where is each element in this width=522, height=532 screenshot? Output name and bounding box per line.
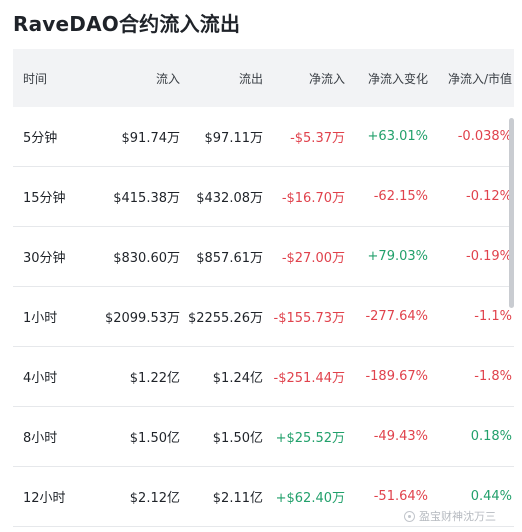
net-ratio-cell: 0.44% — [470, 489, 512, 504]
net-ratio-cell: -0.19% — [466, 249, 512, 264]
net-ratio-cell: -0.12% — [466, 189, 512, 204]
period-cell: 1小时 — [23, 311, 58, 326]
net-change-cell: -189.67% — [365, 369, 428, 384]
net-inflow-cell: -$5.37万 — [290, 131, 345, 146]
watermark-logo-icon — [404, 510, 415, 522]
period-cell: 8小时 — [23, 431, 58, 446]
header-outflow[interactable]: 流出 — [180, 70, 263, 87]
watermark-text: 盈宝财神沈万三 — [419, 510, 496, 523]
header-net-inflow-change[interactable]: 净流入变化 — [345, 70, 428, 87]
inflow-cell: $91.74万 — [121, 131, 181, 146]
net-inflow-cell: +$62.40万 — [275, 491, 345, 506]
table-header: 时间 流入 流出 净流入 净流入变化 净流入/市值 — [13, 49, 514, 107]
net-change-cell: -49.43% — [373, 429, 428, 444]
header-time[interactable]: 时间 — [13, 70, 95, 87]
inflow-cell: $2.12亿 — [129, 491, 180, 506]
header-net-inflow-market-cap[interactable]: 净流入/市值 — [428, 70, 514, 87]
net-change-cell: -62.15% — [373, 189, 428, 204]
net-change-cell: +79.03% — [367, 249, 428, 264]
net-change-cell: +63.01% — [367, 129, 428, 144]
outflow-cell: $857.61万 — [196, 251, 263, 266]
period-cell: 15分钟 — [23, 191, 66, 206]
net-ratio-cell: -0.038% — [457, 129, 512, 144]
page-title: RaveDAO合约流入流出 — [13, 12, 241, 36]
outflow-cell: $432.08万 — [196, 191, 263, 206]
inflow-cell: $415.38万 — [113, 191, 180, 206]
outflow-cell: $1.50亿 — [212, 431, 263, 446]
table-row[interactable]: 1小时 $2099.53万 $2255.26万 -$155.73万 -277.6… — [13, 287, 514, 347]
outflow-cell: $1.24亿 — [212, 371, 263, 386]
net-inflow-cell: +$25.52万 — [275, 431, 345, 446]
table-row[interactable]: 4小时 $1.22亿 $1.24亿 -$251.44万 -189.67% -1.… — [13, 347, 514, 407]
table-row[interactable]: 30分钟 $830.60万 $857.61万 -$27.00万 +79.03% … — [13, 227, 514, 287]
table-row[interactable]: 8小时 $1.50亿 $1.50亿 +$25.52万 -49.43% 0.18% — [13, 407, 514, 467]
header-inflow[interactable]: 流入 — [95, 70, 180, 87]
table-row[interactable]: 5分钟 $91.74万 $97.11万 -$5.37万 +63.01% -0.0… — [13, 107, 514, 167]
flow-table: 时间 流入 流出 净流入 净流入变化 净流入/市值 5分钟 $91.74万 $9… — [13, 49, 514, 527]
outflow-cell: $2255.26万 — [187, 311, 263, 326]
net-change-cell: -51.64% — [373, 489, 428, 504]
net-ratio-cell: -1.1% — [474, 309, 512, 324]
watermark: 盈宝财神沈万三 — [404, 508, 496, 524]
inflow-cell: $830.60万 — [113, 251, 180, 266]
net-inflow-cell: -$16.70万 — [281, 191, 345, 206]
inflow-cell: $2099.53万 — [104, 311, 180, 326]
net-inflow-cell: -$27.00万 — [281, 251, 345, 266]
period-cell: 30分钟 — [23, 251, 66, 266]
table-row[interactable]: 15分钟 $415.38万 $432.08万 -$16.70万 -62.15% … — [13, 167, 514, 227]
outflow-cell: $2.11亿 — [212, 491, 263, 506]
period-cell: 12小时 — [23, 491, 66, 506]
inflow-cell: $1.22亿 — [129, 371, 180, 386]
header-net-inflow[interactable]: 净流入 — [263, 70, 345, 87]
net-ratio-cell: 0.18% — [470, 429, 512, 444]
inflow-cell: $1.50亿 — [129, 431, 180, 446]
vertical-scrollbar[interactable] — [509, 118, 514, 308]
net-inflow-cell: -$155.73万 — [273, 311, 345, 326]
outflow-cell: $97.11万 — [204, 131, 264, 146]
net-inflow-cell: -$251.44万 — [273, 371, 345, 386]
period-cell: 5分钟 — [23, 131, 58, 146]
net-ratio-cell: -1.8% — [474, 369, 512, 384]
net-change-cell: -277.64% — [365, 309, 428, 324]
period-cell: 4小时 — [23, 371, 58, 386]
